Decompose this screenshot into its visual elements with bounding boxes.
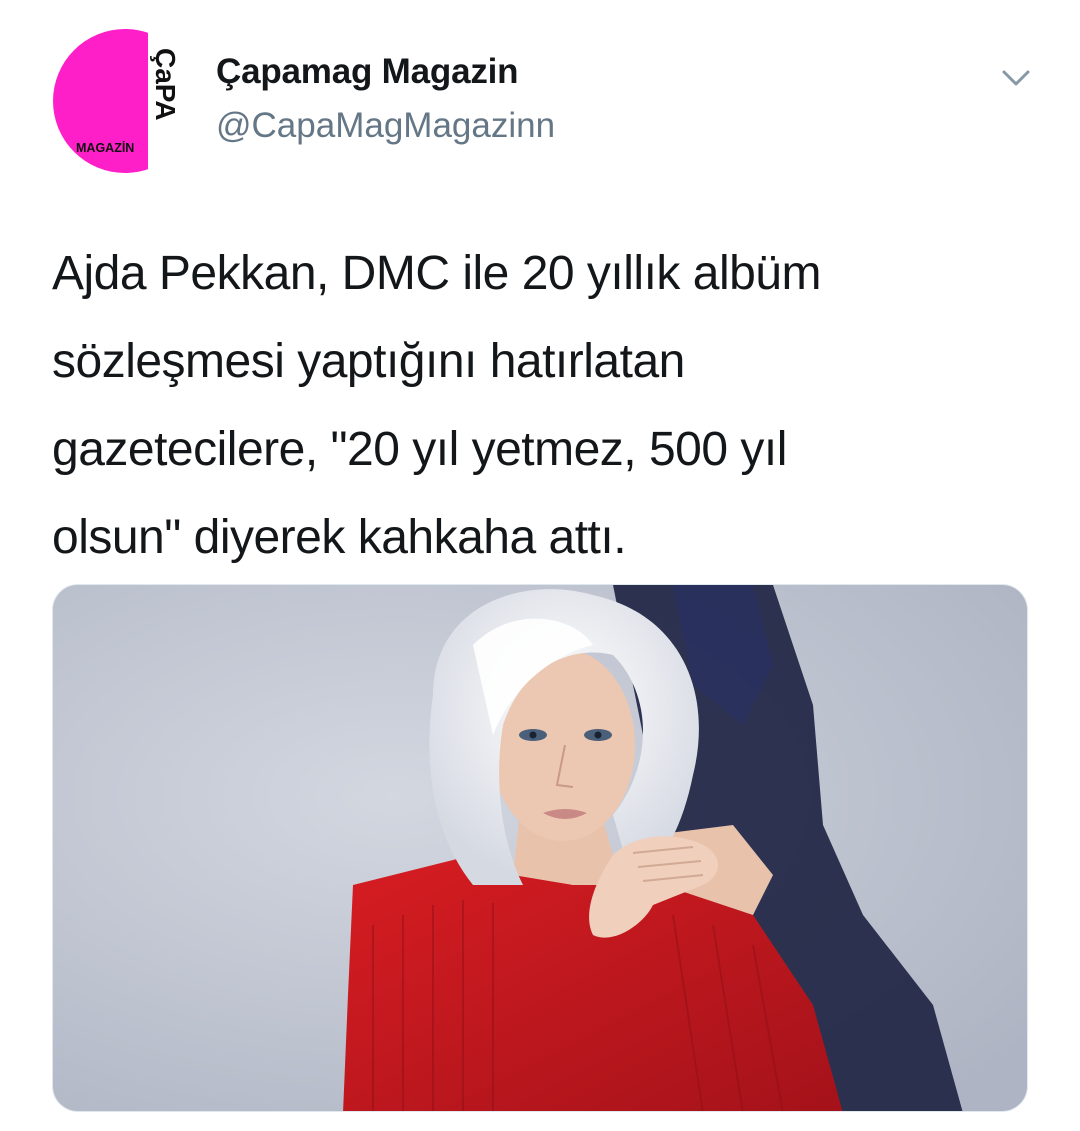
display-name[interactable]: Çapamag Magazin	[216, 52, 519, 92]
capa-magazin-logo-icon: ÇaPA MAGAZİN	[53, 28, 198, 174]
tweet-photo[interactable]	[52, 584, 1028, 1112]
photo-image	[53, 585, 1027, 1111]
user-handle[interactable]: @CapaMagMagazinn	[216, 106, 555, 146]
chevron-down-icon[interactable]	[994, 62, 1038, 96]
tweet-card: ÇaPA MAGAZİN Çapamag Magazin @CapaMagMag…	[0, 0, 1080, 1131]
avatar[interactable]: ÇaPA MAGAZİN	[52, 28, 198, 174]
avatar-logo-sub: MAGAZİN	[76, 140, 134, 155]
tweet-text: Ajda Pekkan, DMC ile 20 yıllık albüm söz…	[52, 247, 821, 564]
avatar-logo-main: ÇaPA	[150, 48, 181, 121]
